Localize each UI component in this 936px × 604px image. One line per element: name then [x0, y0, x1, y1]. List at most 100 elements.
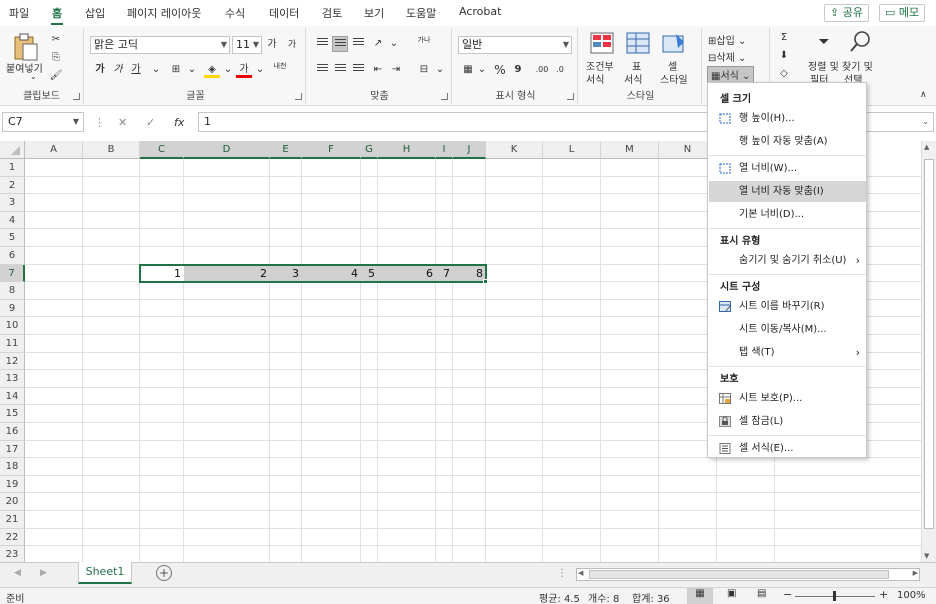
decrease-indent-icon[interactable]: ⇤	[370, 62, 386, 78]
vertical-scroll-thumb[interactable]	[924, 159, 934, 529]
column-header-H[interactable]: H	[378, 141, 436, 159]
column-header-A[interactable]: A	[25, 141, 83, 159]
column-header-L[interactable]: L	[543, 141, 601, 159]
row-header-5[interactable]: 5	[0, 229, 25, 247]
menu-item-8[interactable]: 시트 이동/복사(M)...	[709, 319, 866, 340]
tab-2[interactable]: 홈	[50, 5, 64, 25]
share-button[interactable]: ⇪ 공유	[824, 4, 869, 22]
align-right-icon[interactable]	[350, 62, 366, 78]
tab-9[interactable]: 도움말	[406, 5, 436, 25]
bold-button[interactable]: 가	[92, 62, 108, 78]
row-header-12[interactable]: 12	[0, 352, 25, 371]
comma-style-button[interactable]: 9	[510, 62, 526, 78]
align-bottom-icon[interactable]	[350, 36, 366, 52]
tab-splitter-icon[interactable]: ⋮	[557, 568, 567, 579]
prev-sheet-icon[interactable]: ◀	[14, 568, 21, 578]
page-break-icon[interactable]: ▤	[757, 588, 766, 599]
row-header-7[interactable]: 7	[0, 264, 25, 283]
increase-decimal-button[interactable]: .00	[534, 62, 550, 78]
column-header-M[interactable]: M	[601, 141, 659, 159]
normal-view-icon[interactable]: ▦	[687, 588, 713, 604]
border-icon[interactable]: ⊞	[168, 62, 184, 78]
column-header-C[interactable]: C	[140, 141, 184, 159]
row-header-3[interactable]: 3	[0, 194, 25, 212]
number-format-combo[interactable]: 일반 ▼	[458, 36, 572, 54]
row-header-8[interactable]: 8	[0, 282, 25, 300]
row-header-2[interactable]: 2	[0, 176, 25, 195]
scroll-up-icon[interactable]: ▲	[924, 143, 929, 151]
align-top-icon[interactable]	[314, 36, 330, 52]
copy-icon[interactable]: ⎘	[48, 50, 64, 66]
conditional-format-label-2[interactable]: 서식	[586, 71, 604, 86]
find-select-icon[interactable]	[850, 30, 872, 54]
merge-center-icon[interactable]: ⊟	[416, 62, 432, 78]
paste-icon[interactable]	[12, 32, 40, 62]
format-as-table-label-2[interactable]: 서식	[624, 71, 642, 86]
menu-item-10[interactable]: 시트 보호(P)...	[709, 388, 866, 409]
font-size-combo[interactable]: 11 ▼	[232, 36, 262, 54]
expand-formula-icon[interactable]: ⌄	[922, 113, 929, 131]
row-header-9[interactable]: 9	[0, 299, 25, 318]
menu-item-4[interactable]: 열 너비 자동 맞춤(I)	[709, 181, 866, 202]
clear-icon[interactable]: ◇	[776, 66, 792, 82]
orientation-icon[interactable]: ↗	[370, 36, 386, 52]
column-header-K[interactable]: K	[486, 141, 543, 159]
menu-item-6[interactable]: 숨기기 및 숨기기 취소(U) ›	[709, 250, 866, 271]
row-header-23[interactable]: 23	[0, 546, 25, 562]
number-launcher-icon[interactable]	[567, 93, 574, 100]
zoom-out-icon[interactable]: −	[783, 588, 792, 601]
decrease-decimal-button[interactable]: .0	[552, 62, 568, 78]
vertical-scrollbar[interactable]: ▲ ▼	[921, 141, 936, 562]
delete-cells-button[interactable]: ⊟삭제 ⌄	[708, 49, 746, 64]
tab-3[interactable]: 삽입	[85, 5, 105, 25]
alignment-launcher-icon[interactable]	[441, 93, 448, 100]
align-center-icon[interactable]	[332, 62, 348, 78]
column-header-F[interactable]: F	[302, 141, 361, 159]
row-header-10[interactable]: 10	[0, 317, 25, 335]
menu-item-9[interactable]: 탭 색(T) ›	[709, 342, 866, 363]
format-as-table-icon[interactable]	[626, 32, 650, 54]
tab-1[interactable]: 파일	[9, 5, 29, 25]
accounting-dropdown-icon[interactable]: ⌄	[474, 62, 490, 78]
sort-filter-icon[interactable]: ⏷	[816, 34, 832, 50]
scroll-left-icon[interactable]: ◀	[577, 569, 583, 577]
fill-handle[interactable]	[483, 279, 488, 285]
font-launcher-icon[interactable]	[295, 93, 302, 100]
row-header-6[interactable]: 6	[0, 247, 25, 265]
row-header-13[interactable]: 13	[0, 370, 25, 388]
align-middle-icon[interactable]	[332, 36, 348, 52]
row-header-17[interactable]: 17	[0, 440, 25, 459]
row-header-20[interactable]: 20	[0, 493, 25, 511]
increase-indent-icon[interactable]: ⇥	[388, 62, 404, 78]
shrink-font-button[interactable]: 가	[284, 37, 300, 53]
border-dropdown-icon[interactable]: ⌄	[184, 62, 200, 78]
conditional-format-icon[interactable]	[590, 32, 614, 54]
align-left-icon[interactable]	[314, 62, 330, 78]
menu-item-11[interactable]: 셀 잠금(L)	[709, 411, 866, 432]
paste-button[interactable]: 붙여넣기	[6, 60, 43, 75]
tab-4[interactable]: 페이지 레이아웃	[127, 5, 201, 25]
row-header-4[interactable]: 4	[0, 211, 25, 230]
cell-styles-icon[interactable]	[662, 32, 686, 54]
scroll-right-icon[interactable]: ▶	[913, 569, 918, 577]
column-header-G[interactable]: G	[361, 141, 378, 159]
underline-button[interactable]: 가	[128, 62, 144, 78]
row-header-11[interactable]: 11	[0, 335, 25, 353]
font-color-dropdown-icon[interactable]: ⌄	[252, 62, 268, 78]
column-header-B[interactable]: B	[83, 141, 140, 159]
tab-6[interactable]: 데이터	[269, 5, 299, 25]
next-sheet-icon[interactable]: ▶	[40, 568, 47, 578]
menu-item-1[interactable]: 행 높이(H)...	[709, 108, 866, 129]
insert-function-icon[interactable]: fx	[174, 116, 184, 129]
format-painter-icon[interactable]: 🖌	[48, 68, 64, 84]
grow-font-button[interactable]: 가	[264, 37, 280, 53]
row-header-19[interactable]: 19	[0, 475, 25, 494]
add-sheet-icon[interactable]: +	[156, 565, 172, 581]
paste-dropdown-icon[interactable]: ⌄	[30, 72, 37, 81]
fill-icon[interactable]: ⬇	[776, 48, 792, 64]
cut-icon[interactable]: ✂	[48, 32, 64, 48]
zoom-in-icon[interactable]: +	[879, 588, 888, 601]
fill-dropdown-icon[interactable]: ⌄	[220, 62, 236, 78]
menu-item-7[interactable]: 시트 이름 바꾸기(R)	[709, 296, 866, 317]
orientation-dropdown-icon[interactable]: ⌄	[386, 36, 402, 52]
